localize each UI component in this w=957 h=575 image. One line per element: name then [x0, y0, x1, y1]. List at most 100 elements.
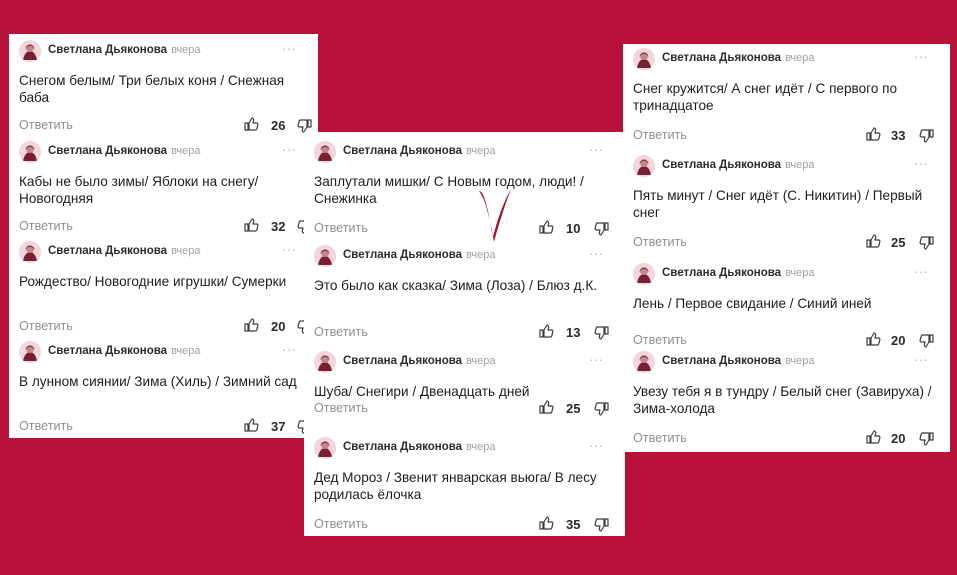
comment-item: Светлана Дьяконова вчера ··· Лень / Первое …: [623, 263, 950, 363]
thumbs-down-icon[interactable]: [594, 517, 610, 533]
more-dots-icon[interactable]: ···: [914, 155, 928, 171]
thumbs-up-icon[interactable]: [538, 219, 554, 235]
thumbs-down-icon[interactable]: [594, 221, 610, 237]
thumbs-down-icon[interactable]: [594, 401, 610, 417]
thumbs-up-icon[interactable]: [243, 217, 259, 233]
avatar-icon[interactable]: [19, 40, 41, 62]
author-name[interactable]: Светлана Дьяконова вчера: [662, 159, 815, 171]
author-name[interactable]: Светлана Дьяконова вчера: [48, 145, 201, 157]
thumbs-up-icon[interactable]: [243, 317, 259, 333]
reply-button[interactable]: Ответить: [314, 401, 368, 415]
avatar-icon[interactable]: [314, 245, 336, 267]
avatar-icon[interactable]: [314, 351, 336, 373]
avatar-icon[interactable]: [633, 351, 655, 373]
author-name-text: Светлана Дьяконова: [343, 441, 463, 453]
more-dots-icon[interactable]: ···: [589, 351, 603, 367]
comment-header: Светлана Дьяконова вчера ···: [314, 351, 615, 375]
thumbs-down-icon[interactable]: [919, 128, 935, 144]
comment-item: Светлана Дьяконова вчера ··· Снег кружится/…: [623, 48, 950, 148]
comment-time: вчера: [171, 345, 201, 357]
author-name-text: Светлана Дьяконова: [343, 145, 463, 157]
author-name[interactable]: Светлана Дьяконова вчера: [343, 145, 496, 157]
comments-panel-left: Светлана Дьяконова вчера ··· Снегом белым/ …: [9, 34, 318, 438]
author-name-text: Светлана Дьяконова: [48, 44, 168, 56]
reply-button[interactable]: Ответить: [314, 221, 368, 235]
author-name[interactable]: Светлана Дьяконова вчера: [343, 249, 496, 261]
thumbs-up-icon[interactable]: [865, 429, 881, 445]
comment-time: вчера: [171, 44, 201, 56]
more-dots-icon[interactable]: ···: [282, 40, 296, 56]
comment-text: Заплутали мишки/ С Новым годом, люди! / …: [314, 174, 584, 206]
reply-button[interactable]: Ответить: [19, 219, 73, 233]
author-name[interactable]: Светлана Дьяконова вчера: [343, 355, 496, 367]
comments-panel-right: Светлана Дьяконова вчера ··· Снег кружится/…: [623, 44, 950, 452]
reply-button[interactable]: Ответить: [314, 517, 368, 531]
author-name-text: Светлана Дьяконова: [48, 145, 168, 157]
comment-text: Увезу тебя я в тундру / Белый снег (Зави…: [633, 384, 932, 416]
comment-item: Светлана Дьяконова вчера ··· Шуба/ Снегири …: [304, 351, 625, 451]
comment-header: Светлана Дьяконова вчера ···: [19, 241, 308, 265]
reply-button[interactable]: Ответить: [633, 431, 687, 445]
comment-footer: Ответить 37: [19, 417, 312, 437]
thumbs-up-icon[interactable]: [243, 116, 259, 132]
more-dots-icon[interactable]: ···: [914, 263, 928, 279]
avatar-icon[interactable]: [633, 155, 655, 177]
avatar-icon[interactable]: [19, 141, 41, 163]
more-dots-icon[interactable]: ···: [589, 141, 603, 157]
avatar-icon[interactable]: [314, 437, 336, 459]
like-count: 10: [566, 221, 581, 236]
more-dots-icon[interactable]: ···: [282, 241, 296, 257]
avatar-icon[interactable]: [633, 48, 655, 70]
thumbs-up-icon[interactable]: [865, 331, 881, 347]
thumbs-down-icon[interactable]: [919, 235, 935, 251]
comment-text: Шуба/ Снегири / Двенадцать дней: [314, 384, 530, 399]
thumbs-up-icon[interactable]: [243, 417, 259, 433]
more-dots-icon[interactable]: ···: [914, 48, 928, 64]
comment-header: Светлана Дьяконова вчера ···: [314, 437, 615, 461]
comment-time: вчера: [466, 355, 496, 367]
author-name-text: Светлана Дьяконова: [662, 355, 782, 367]
comment-text: Снег кружится/ А снег идёт / С первого п…: [633, 81, 898, 113]
more-dots-icon[interactable]: ···: [282, 141, 296, 157]
comment-text: Это было как сказка/ Зима (Лоза) / Блюз …: [314, 278, 598, 293]
reply-button[interactable]: Ответить: [19, 118, 73, 132]
comment-footer: Ответить 35: [314, 515, 615, 535]
comment-item: Светлана Дьяконова вчера ··· Снегом белым/ …: [9, 40, 318, 140]
reply-button[interactable]: Ответить: [633, 128, 687, 142]
thumbs-up-icon[interactable]: [538, 323, 554, 339]
author-name-text: Светлана Дьяконова: [662, 52, 782, 64]
comment-item: Светлана Дьяконова вчера ··· Рождество/ Нов…: [9, 241, 318, 341]
reply-button[interactable]: Ответить: [19, 319, 73, 333]
thumbs-down-icon[interactable]: [919, 431, 935, 447]
author-name[interactable]: Светлана Дьяконова вчера: [48, 44, 201, 56]
comment-header: Светлана Дьяконова вчера ···: [314, 141, 615, 165]
reply-button[interactable]: Ответить: [633, 235, 687, 249]
thumbs-down-icon[interactable]: [919, 333, 935, 349]
avatar-icon[interactable]: [19, 241, 41, 263]
author-name[interactable]: Светлана Дьяконова вчера: [48, 245, 201, 257]
author-name[interactable]: Светлана Дьяконова вчера: [662, 267, 815, 279]
comment-time: вчера: [785, 355, 815, 367]
author-name-text: Светлана Дьяконова: [48, 245, 168, 257]
author-name[interactable]: Светлана Дьяконова вчера: [343, 441, 496, 453]
comment-text: Дед Мороз / Звенит январская вьюга/ В ле…: [314, 470, 597, 502]
avatar-icon[interactable]: [19, 341, 41, 363]
author-name[interactable]: Светлана Дьяконова вчера: [662, 355, 815, 367]
thumbs-up-icon[interactable]: [865, 233, 881, 249]
avatar-icon[interactable]: [314, 141, 336, 163]
reply-button[interactable]: Ответить: [19, 419, 73, 433]
thumbs-up-icon[interactable]: [538, 399, 554, 415]
thumbs-up-icon[interactable]: [865, 126, 881, 142]
more-dots-icon[interactable]: ···: [589, 245, 603, 261]
more-dots-icon[interactable]: ···: [282, 341, 296, 357]
thumbs-up-icon[interactable]: [538, 515, 554, 531]
more-dots-icon[interactable]: ···: [914, 351, 928, 367]
author-name[interactable]: Светлана Дьяконова вчера: [48, 345, 201, 357]
comment-header: Светлана Дьяконова вчера ···: [19, 40, 308, 64]
reply-button[interactable]: Ответить: [633, 333, 687, 347]
avatar-icon[interactable]: [633, 263, 655, 285]
thumbs-down-icon[interactable]: [594, 325, 610, 341]
reply-button[interactable]: Ответить: [314, 325, 368, 339]
more-dots-icon[interactable]: ···: [589, 437, 603, 453]
author-name[interactable]: Светлана Дьяконова вчера: [662, 52, 815, 64]
